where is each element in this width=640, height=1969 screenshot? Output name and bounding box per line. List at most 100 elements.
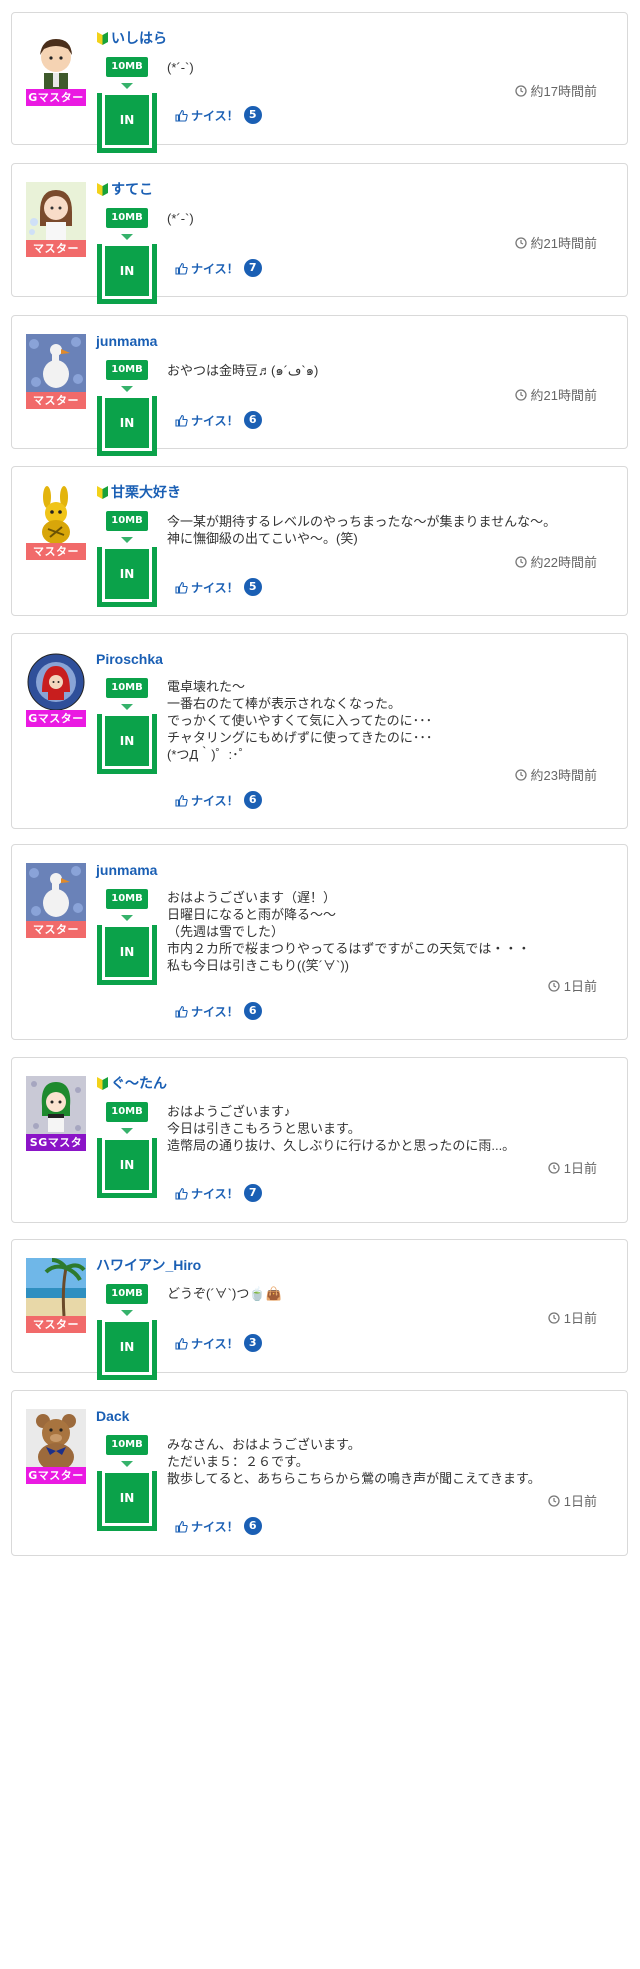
user-name-link[interactable]: ぐ〜たん	[111, 1073, 167, 1093]
red-hood-avatar[interactable]	[26, 652, 86, 712]
data-size-label: 10MB	[106, 1435, 148, 1455]
user-name-line: 甘栗大好き	[96, 483, 181, 501]
down-arrow-icon	[121, 1461, 133, 1467]
beginner-mark-icon	[96, 1076, 109, 1091]
rank-badge: Gマスター	[26, 710, 86, 727]
message-line: ただいま５：２６です。	[167, 1454, 309, 1469]
user-name-link[interactable]: ハワイアン_Hiro	[96, 1255, 201, 1275]
post-message: おやつは金時豆♬(๑´ڡ`๑)	[167, 362, 318, 379]
post-card: Gマスター Dack 10MB IN みなさん、おはようございます。 ただいま５：２６です…	[11, 1390, 628, 1556]
in-status-box: IN	[97, 547, 157, 607]
post-card: マスター すてこ 10MB IN (*´-`) 約21時間前 ナイス！ 7	[11, 163, 628, 304]
in-status-box: IN	[97, 925, 157, 985]
in-status-box: IN	[97, 93, 157, 153]
rank-badge: マスター	[26, 392, 86, 409]
timestamp-text: 約22時間前	[530, 555, 597, 570]
user-name-link[interactable]: いしはら	[111, 28, 167, 48]
swan-flowers-avatar[interactable]	[26, 863, 86, 923]
user-name-link[interactable]: junmama	[96, 862, 157, 878]
post-timestamp: 1日前	[548, 1491, 597, 1510]
thumbs-up-icon	[175, 1520, 188, 1533]
nice-count-badge: 5	[243, 106, 262, 124]
yellow-rabbit-avatar[interactable]	[26, 485, 86, 545]
message-line: 日曜日になると雨が降る〜〜	[167, 907, 337, 922]
post-timestamp: 約21時間前	[514, 233, 597, 252]
in-status-box: IN	[97, 396, 157, 456]
beach-palm-avatar[interactable]	[26, 1258, 86, 1318]
post-card: Gマスター Piroschka 10MB IN 電卓壊れた〜 一番右のたて棒が表示されなく…	[11, 633, 628, 829]
nice-label: ナイス！	[191, 1004, 239, 1019]
nice-button[interactable]: ナイス！ 7	[175, 1184, 262, 1202]
nice-button[interactable]: ナイス！ 6	[175, 1002, 262, 1020]
post-card: Gマスター いしはら 10MB IN (*´-`) 約17時間前 ナイス！ 5	[11, 12, 628, 153]
data-size-label: 10MB	[106, 360, 148, 380]
in-label: IN	[105, 1473, 149, 1523]
user-name-line: ハワイアン_Hiro	[96, 1256, 201, 1274]
post-timestamp: 1日前	[548, 976, 597, 995]
message-line: おはようございます（遅！）	[167, 890, 337, 905]
nice-button[interactable]: ナイス！ 5	[175, 578, 262, 596]
post-message: みなさん、おはようございます。 ただいま５：２６です。 散歩してると、あちらこちらか…	[167, 1436, 541, 1487]
teddy-bear-avatar[interactable]	[26, 1409, 86, 1469]
clock-icon	[514, 768, 527, 781]
thumbs-up-icon	[175, 794, 188, 807]
in-status-box: IN	[97, 1320, 157, 1380]
user-name-link[interactable]: junmama	[96, 333, 157, 349]
down-arrow-icon	[121, 83, 133, 89]
rank-badge: マスター	[26, 543, 86, 560]
nice-count-badge: 6	[243, 1517, 262, 1535]
user-name-link[interactable]: Piroschka	[96, 651, 163, 667]
data-size-label: 10MB	[106, 57, 148, 77]
data-size-label: 10MB	[106, 1284, 148, 1304]
nice-label: ナイス！	[191, 261, 239, 276]
down-arrow-icon	[121, 537, 133, 543]
thumbs-up-icon	[175, 414, 188, 427]
post-message: どうぞ(´∀`)つ🍵👜	[167, 1285, 282, 1302]
down-arrow-icon	[121, 234, 133, 240]
nice-button[interactable]: ナイス！ 6	[175, 791, 262, 809]
post-message: (*´-`)	[167, 59, 194, 76]
post-card: マスター ハワイアン_Hiro 10MB IN どうぞ(´∀`)つ🍵👜 1日前 ナイス！ 3	[11, 1239, 628, 1380]
thumbs-up-icon	[175, 581, 188, 594]
clock-icon	[548, 979, 560, 992]
post-card: マスター 甘栗大好き 10MB IN 今一某が期待するレベルのやっちまったな〜が集まりま…	[11, 466, 628, 616]
post-card: マスター junmama 10MB IN おはようございます（遅！） 日曜日になると雨が降…	[11, 844, 628, 1040]
nice-button[interactable]: ナイス！ 5	[175, 106, 262, 124]
nice-button[interactable]: ナイス！ 7	[175, 259, 262, 277]
swan-flowers-avatar[interactable]	[26, 334, 86, 394]
timestamp-text: 1日前	[563, 1494, 597, 1509]
rank-badge: SGマスタ	[26, 1134, 86, 1151]
user-name-link[interactable]: 甘栗大好き	[111, 482, 181, 502]
data-size-label: 10MB	[106, 1102, 148, 1122]
message-line: どうぞ(´∀`)つ🍵👜	[167, 1286, 282, 1301]
nice-button[interactable]: ナイス！ 6	[175, 411, 262, 429]
post-timestamp: 約22時間前	[514, 552, 597, 571]
in-status-box: IN	[97, 714, 157, 774]
in-label: IN	[105, 95, 149, 145]
in-label: IN	[105, 398, 149, 448]
green-hair-girl-avatar[interactable]	[26, 1076, 86, 1136]
user-name-line: Dack	[96, 1407, 129, 1425]
user-name-line: junmama	[96, 332, 157, 350]
post-timestamp: 約17時間前	[514, 81, 597, 100]
anime-boy-avatar[interactable]	[26, 31, 86, 91]
thumbs-up-icon	[175, 1187, 188, 1200]
anime-girl-avatar[interactable]	[26, 182, 86, 242]
post-message: (*´-`)	[167, 210, 194, 227]
user-name-link[interactable]: すてこ	[111, 179, 153, 199]
message-line: 散歩してると、あちらこちらから鶯の鳴き声が聞こえてきます。	[167, 1471, 541, 1486]
post-message: おはようございます♪ 今日は引きこもろうと思います。 造幣局の通り抜け、久しぶりに行…	[167, 1103, 515, 1154]
in-label: IN	[105, 716, 149, 766]
in-status-box: IN	[97, 1138, 157, 1198]
message-line: (*つД｀)゜:･゜	[167, 747, 252, 762]
nice-button[interactable]: ナイス！ 3	[175, 1334, 262, 1352]
nice-button[interactable]: ナイス！ 6	[175, 1517, 262, 1535]
message-line: 今一某が期待するレベルのやっちまったな〜が集まりませんな〜。	[167, 514, 557, 529]
timestamp-text: 約21時間前	[530, 236, 597, 251]
post-timestamp: 約23時間前	[514, 765, 597, 784]
in-label: IN	[105, 1322, 149, 1372]
nice-label: ナイス！	[191, 793, 239, 808]
rank-badge: マスター	[26, 921, 86, 938]
in-label: IN	[105, 549, 149, 599]
user-name-link[interactable]: Dack	[96, 1408, 129, 1424]
